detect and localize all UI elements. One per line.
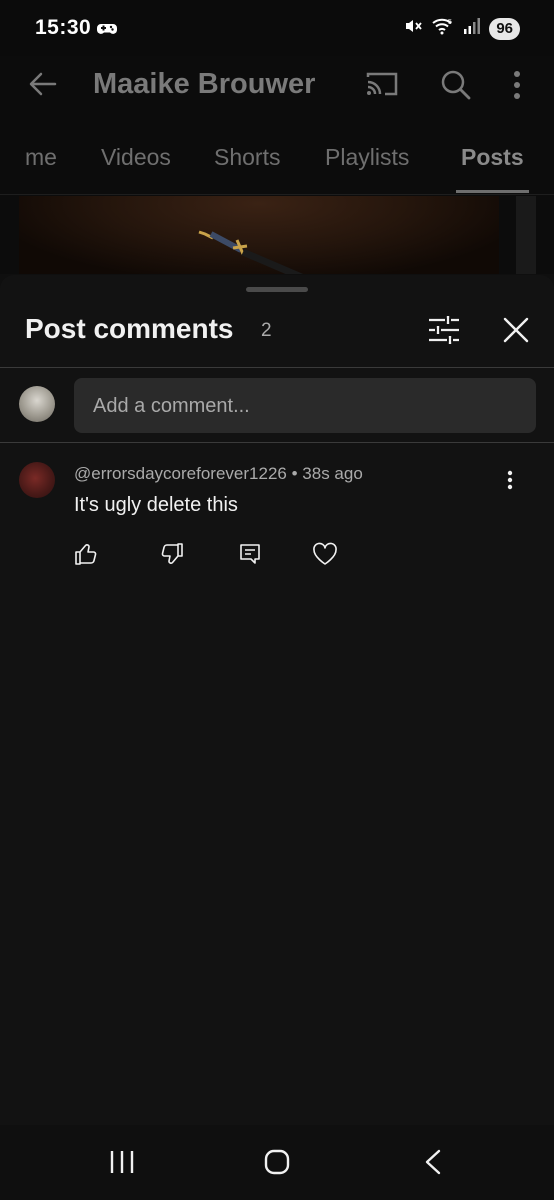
tab-shorts[interactable]: Shorts [214,144,280,171]
more-vert-icon[interactable] [512,70,522,105]
tab-posts[interactable]: Posts [461,144,524,171]
reply-icon[interactable] [238,542,262,571]
status-time: 15:30 [35,16,92,39]
meta-separator: • [291,464,298,483]
recents-icon[interactable] [109,1150,135,1179]
comment-author[interactable]: @errorsdaycoreforever1226 [74,464,287,483]
comment-time: 38s ago [302,464,363,483]
game-controller-icon [97,22,117,41]
signal-icon [463,17,481,40]
user-avatar [19,386,55,422]
tab-playlists[interactable]: Playlists [325,144,409,171]
status-icons: 5 96 [403,16,520,41]
drag-handle[interactable] [246,287,308,292]
channel-name: Maaike Brouwer [93,68,316,100]
next-post-image [516,196,536,274]
search-icon[interactable] [440,69,472,106]
dislike-icon[interactable] [160,542,184,571]
post-image[interactable] [19,196,499,274]
tab-videos[interactable]: Videos [101,144,171,171]
tabs-divider [0,194,554,195]
close-icon[interactable] [503,317,529,348]
commenter-avatar[interactable] [19,462,55,498]
comments-sheet: Post comments 2 Add a comment... @errors… [0,275,554,1200]
nav-back-icon[interactable] [424,1149,442,1180]
mute-icon [403,16,423,41]
filter-icon[interactable] [428,315,460,350]
comment-meta: @errorsdaycoreforever1226 • 38s ago [74,464,363,484]
heart-icon[interactable] [312,542,338,571]
comment-more-icon[interactable] [507,470,513,495]
sheet-title: Post comments [25,313,234,344]
sword-illustration [198,230,304,274]
battery-indicator: 96 [489,17,520,40]
status-bar: 15:30 5 96 [0,0,554,56]
channel-topbar: Maaike Brouwer [0,56,554,116]
active-tab-indicator [456,190,529,193]
home-icon[interactable] [264,1149,290,1180]
comment-count: 2 [261,320,272,341]
comment-text: It's ugly delete this [74,494,238,516]
header-divider [0,367,554,368]
cast-icon[interactable] [365,70,399,103]
comment-item: @errorsdaycoreforever1226 • 38s ago It's… [0,460,554,580]
comment-input[interactable]: Add a comment... [74,378,536,433]
channel-page-background: Maaike Brouwer me Videos Shorts Playlist… [0,56,554,274]
tab-home[interactable]: me [25,144,57,171]
channel-tabs: me Videos Shorts Playlists Posts [0,136,554,194]
wifi-icon: 5 [431,16,455,41]
like-icon[interactable] [74,542,98,571]
back-arrow-icon[interactable] [27,68,59,105]
system-navbar [0,1125,554,1200]
input-divider [0,442,554,443]
svg-text:5: 5 [448,19,452,26]
